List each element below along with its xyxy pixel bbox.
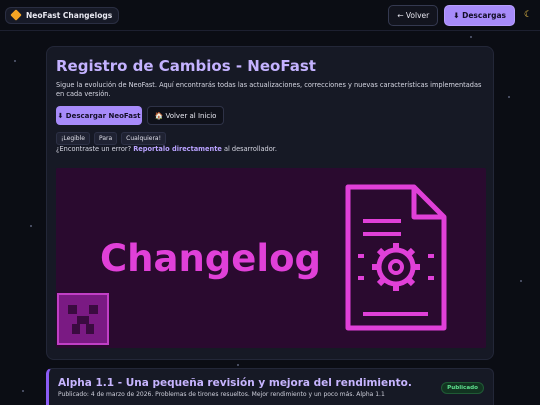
moon-icon[interactable]: ☾ — [521, 10, 535, 20]
changelog-intro-card: Registro de Cambios - NeoFast Sigue la e… — [46, 46, 494, 360]
tag-item: ¡Legible — [56, 132, 90, 145]
background-star — [22, 390, 24, 392]
report-prefix: ¿Encontraste un error? — [56, 145, 132, 153]
background-star — [237, 364, 239, 366]
report-suffix: al desarrollador. — [223, 145, 277, 153]
header-divider — [0, 30, 540, 31]
banner-illustration: Changelog — [56, 168, 486, 348]
background-star — [508, 96, 510, 98]
back-button[interactable]: ← Volver — [388, 4, 439, 26]
status-badge: Publicado — [441, 382, 484, 394]
changelog-entry-card[interactable]: Alpha 1.1 - Una pequeña revisión y mejor… — [46, 368, 494, 405]
back-home-button[interactable]: 🏠 Volver al Inicio — [147, 106, 224, 125]
tag-item: Para — [93, 132, 118, 145]
background-star — [14, 60, 16, 62]
tag-list: ¡Legible Para Cualquiera! — [56, 132, 167, 145]
header-actions: ← Volver ⬇ Descargas ☾ — [388, 4, 535, 26]
page-description: Sigue la evolución de NeoFast. Aquí enco… — [56, 81, 482, 98]
entry-meta: Publicado: 4 de marzo de 2026. Problemas… — [58, 391, 385, 398]
entry-title: Alpha 1.1 - Una pequeña revisión y mejor… — [58, 377, 412, 389]
creeper-face-icon — [57, 293, 109, 345]
report-bug-link[interactable]: Reportalo directamente — [133, 145, 222, 153]
page-title: Registro de Cambios - NeoFast — [56, 57, 316, 75]
download-neofast-button[interactable]: ⬇ Descargar NeoFast — [56, 106, 142, 125]
changelog-banner-image: Changelog — [56, 168, 486, 348]
top-navigation-bar: NeoFast Changelogs ← Volver ⬇ Descargas … — [0, 0, 540, 30]
background-star — [520, 280, 522, 282]
report-bug-text: ¿Encontraste un error? Reportalo directa… — [56, 145, 277, 153]
brand-logo-link[interactable]: NeoFast Changelogs — [5, 6, 120, 24]
diamond-icon — [10, 9, 22, 21]
brand-name: NeoFast Changelogs — [26, 10, 113, 20]
tag-item: Cualquiera! — [121, 132, 167, 145]
downloads-button[interactable]: ⬇ Descargas — [444, 4, 515, 26]
background-star — [30, 225, 32, 227]
banner-title: Changelog — [100, 237, 321, 280]
background-star — [470, 36, 472, 38]
